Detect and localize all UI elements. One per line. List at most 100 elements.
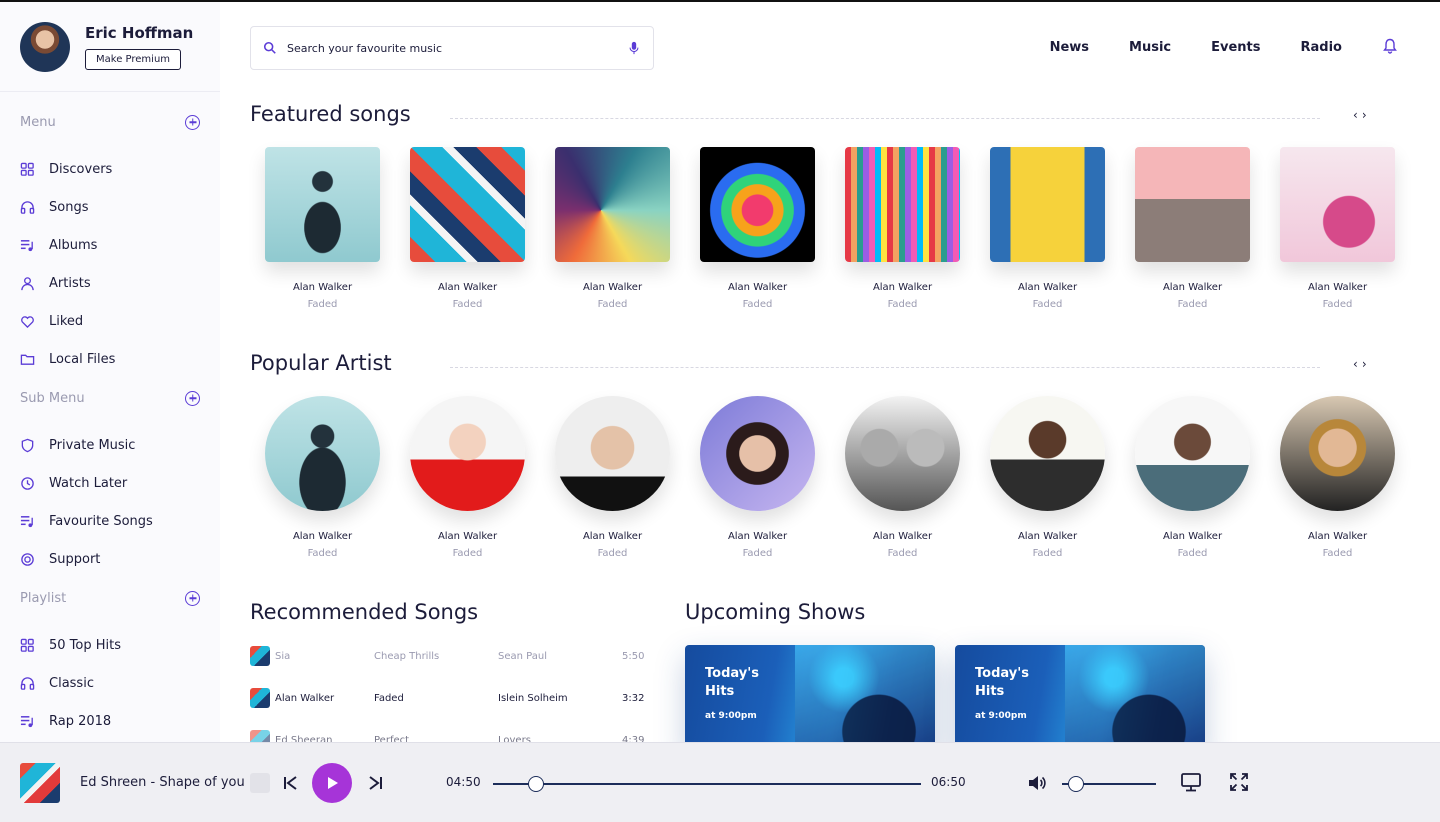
card-subtitle: Faded: [597, 548, 628, 559]
song-card[interactable]: Alan Walker Faded: [1135, 147, 1250, 310]
show-card[interactable]: Today's Hits at 9:00pm: [955, 645, 1205, 753]
album-cover[interactable]: [700, 147, 815, 262]
artist-card[interactable]: Alan Walker Faded: [1135, 396, 1250, 559]
song-card[interactable]: Alan Walker Faded: [265, 147, 380, 310]
nav-item-label: Classic: [49, 675, 94, 691]
playlist-item-rap-2018[interactable]: Rap 2018: [0, 702, 220, 740]
top-navigation: News Music Events Radio: [1010, 40, 1342, 55]
chevron-left-icon[interactable]: ‹: [1353, 357, 1362, 371]
card-subtitle: Faded: [1032, 548, 1063, 559]
song-row[interactable]: Alan Walker Faded Islein Solheim 3:32: [250, 677, 644, 719]
nav-item-label: Albums: [49, 237, 98, 253]
bell-icon[interactable]: [1382, 38, 1398, 54]
chevron-right-icon[interactable]: ›: [1362, 108, 1371, 122]
artist-card[interactable]: Alan Walker Faded: [410, 396, 525, 559]
nav-music[interactable]: Music: [1129, 40, 1171, 55]
card-subtitle: Faded: [452, 548, 483, 559]
artist-photo[interactable]: [1135, 396, 1250, 511]
playlist-item-classic[interactable]: Classic: [0, 664, 220, 702]
album-cover[interactable]: [410, 147, 525, 262]
submenu-section-header: Sub Menu: [0, 388, 220, 408]
grid-icon: [20, 162, 35, 177]
microphone-icon[interactable]: [627, 41, 641, 55]
play-button[interactable]: [312, 763, 352, 803]
volume-icon[interactable]: [1027, 773, 1047, 793]
artist-card[interactable]: Alan Walker Faded: [265, 396, 380, 559]
add-menu-icon[interactable]: [185, 114, 200, 130]
playlist-item-50-top-hits[interactable]: 50 Top Hits: [0, 626, 220, 664]
progress-track[interactable]: [493, 783, 921, 785]
skip-previous-icon[interactable]: [282, 774, 300, 792]
avatar[interactable]: [20, 21, 70, 72]
artist-photo[interactable]: [1280, 396, 1395, 511]
artist-photo[interactable]: [555, 396, 670, 511]
artist-photo[interactable]: [700, 396, 815, 511]
playlist-icon: [20, 238, 35, 253]
artist-card[interactable]: Alan Walker Faded: [845, 396, 960, 559]
show-image: [1065, 645, 1205, 753]
song-card[interactable]: Alan Walker Faded: [1280, 147, 1395, 310]
card-title: Alan Walker: [292, 531, 353, 542]
song-card[interactable]: Alan Walker Faded: [990, 147, 1105, 310]
volume-handle[interactable]: [1068, 776, 1085, 792]
card-title: Alan Walker: [1162, 282, 1223, 293]
nav-events[interactable]: Events: [1211, 40, 1260, 55]
nav-item-label: Watch Later: [49, 475, 128, 491]
card-subtitle: Faded: [307, 299, 338, 310]
album-cover[interactable]: [1280, 147, 1395, 262]
artist-photo[interactable]: [410, 396, 525, 511]
search-input[interactable]: [287, 41, 627, 55]
artist-photo[interactable]: [265, 396, 380, 511]
artist-card[interactable]: Alan Walker Faded: [700, 396, 815, 559]
sidebar-item-liked[interactable]: Liked: [0, 302, 220, 340]
song-card[interactable]: Alan Walker Faded: [845, 147, 960, 310]
make-premium-button[interactable]: Make Premium: [85, 48, 182, 70]
album-cover[interactable]: [990, 147, 1105, 262]
user-profile: Eric Hoffman Make Premium: [0, 2, 220, 92]
grid-icon: [20, 638, 35, 653]
card-subtitle: Faded: [597, 299, 628, 310]
chevron-right-icon[interactable]: ›: [1362, 357, 1371, 371]
sidebar-item-discovers[interactable]: Discovers: [0, 150, 220, 188]
song-artist: Sia: [275, 650, 291, 662]
show-image: [795, 645, 935, 753]
song-card[interactable]: Alan Walker Faded: [555, 147, 670, 310]
song-card[interactable]: Alan Walker Faded: [410, 147, 525, 310]
sidebar-item-artists[interactable]: Artists: [0, 264, 220, 302]
show-title: Today's Hits: [975, 666, 1029, 699]
skip-next-icon[interactable]: [366, 774, 384, 792]
chevron-left-icon[interactable]: ‹: [1353, 108, 1362, 122]
nav-news[interactable]: News: [1050, 40, 1089, 55]
sidebar-item-watch-later[interactable]: Watch Later: [0, 464, 220, 502]
artist-card[interactable]: Alan Walker Faded: [555, 396, 670, 559]
sidebar-item-private-music[interactable]: Private Music: [0, 426, 220, 464]
artist-photo[interactable]: [990, 396, 1105, 511]
artist-photo[interactable]: [845, 396, 960, 511]
fullscreen-icon[interactable]: [1228, 771, 1250, 793]
progress-handle[interactable]: [527, 776, 544, 792]
monitor-icon[interactable]: [1180, 771, 1202, 793]
song-row[interactable]: Sia Cheap Thrills Sean Paul 5:50: [250, 635, 644, 677]
sidebar-item-albums[interactable]: Albums: [0, 226, 220, 264]
play-icon: [328, 777, 338, 789]
album-cover[interactable]: [265, 147, 380, 262]
recommended-songs-title: Recommended Songs: [250, 600, 479, 624]
sidebar-item-favourite-songs[interactable]: Favourite Songs: [0, 502, 220, 540]
add-playlist-icon[interactable]: [185, 590, 200, 606]
artist-card[interactable]: Alan Walker Faded: [1280, 396, 1395, 559]
add-submenu-icon[interactable]: [185, 390, 200, 406]
album-cover[interactable]: [1135, 147, 1250, 262]
card-title: Alan Walker: [1307, 531, 1368, 542]
sidebar-item-songs[interactable]: Songs: [0, 188, 220, 226]
sidebar-item-local-files[interactable]: Local Files: [0, 340, 220, 378]
artist-card[interactable]: Alan Walker Faded: [990, 396, 1105, 559]
nav-radio[interactable]: Radio: [1301, 40, 1342, 55]
card-title: Alan Walker: [872, 531, 933, 542]
show-card[interactable]: Today's Hits at 9:00pm: [685, 645, 935, 753]
song-card[interactable]: Alan Walker Faded: [700, 147, 815, 310]
sidebar-item-support[interactable]: Support: [0, 540, 220, 578]
album-cover[interactable]: [845, 147, 960, 262]
search-bar[interactable]: [250, 26, 654, 70]
album-cover[interactable]: [555, 147, 670, 262]
card-subtitle: Faded: [1322, 548, 1353, 559]
